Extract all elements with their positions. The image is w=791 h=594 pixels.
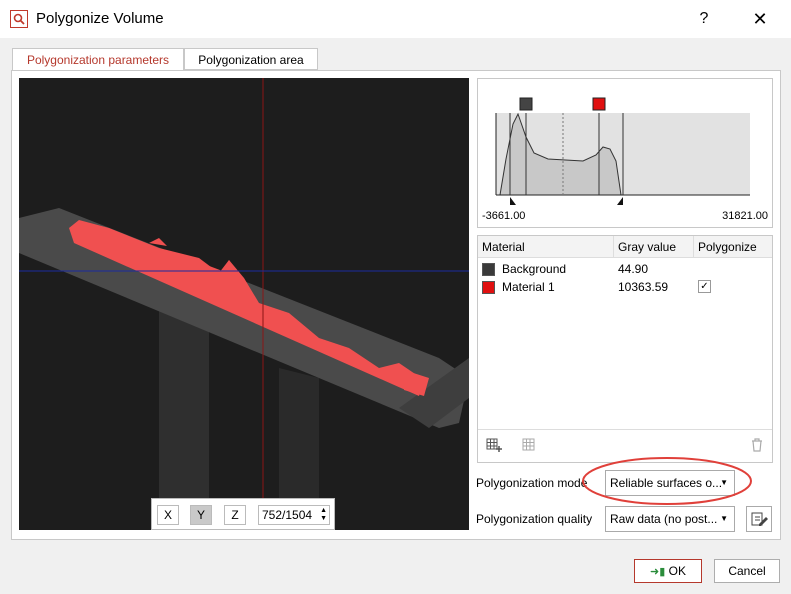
slice-viewer[interactable] <box>19 78 469 530</box>
polygonization-quality-select[interactable]: Raw data (no post... ▼ <box>605 506 735 532</box>
header-polygonize[interactable]: Polygonize <box>694 236 772 258</box>
tab-polygonization-parameters[interactable]: Polygonization parameters <box>12 48 184 71</box>
ok-button[interactable]: ➜▮ OK <box>634 559 702 583</box>
gray-value: 44.90 <box>618 262 649 276</box>
trash-icon[interactable] <box>748 436 766 454</box>
polygonization-quality-label: Polygonization quality <box>476 512 593 526</box>
header-material[interactable]: Material <box>478 236 614 258</box>
quality-settings-button[interactable] <box>746 506 772 532</box>
histogram-max-label: 31821.00 <box>722 210 768 222</box>
histogram-plot[interactable] <box>478 79 774 209</box>
slice-control: X Y Z 752/1504 ▲ ▼ <box>151 498 335 530</box>
material1-color-swatch <box>482 281 495 294</box>
search-icon <box>10 10 28 28</box>
gray-value: 10363.59 <box>618 280 669 294</box>
close-button[interactable]: ✕ <box>738 6 782 32</box>
edit-icon <box>751 512 768 526</box>
help-button[interactable]: ? <box>690 6 718 32</box>
polygonize-checkbox[interactable]: ✓ <box>698 280 711 293</box>
materials-table: Material Gray value Polygonize Backgroun… <box>477 235 773 463</box>
window-title: Polygonize Volume <box>36 10 164 27</box>
table-row[interactable]: Material 1 10363.59 ✓ <box>478 278 772 296</box>
material-name: Background <box>502 262 567 276</box>
slice-index-spinbox[interactable]: 752/1504 ▲ ▼ <box>258 505 330 525</box>
histogram-panel: -3661.00 31821.00 <box>477 78 773 228</box>
slice-index-value: 752/1504 <box>262 508 313 522</box>
chevron-down-icon: ▼ <box>720 514 728 523</box>
histogram-min-label: -3661.00 <box>482 210 526 222</box>
polygonization-mode-label: Polygonization mode <box>476 476 588 490</box>
spin-arrows-icon[interactable]: ▲ ▼ <box>320 507 327 523</box>
header-gray-value[interactable]: Gray value <box>614 236 694 258</box>
axis-z-button[interactable]: Z <box>224 505 246 525</box>
polygonization-quality-value: Raw data (no post... <box>610 512 718 526</box>
ok-label: OK <box>668 564 686 578</box>
toolbar-divider <box>478 429 772 430</box>
table-row[interactable]: Background 44.90 <box>478 260 772 278</box>
highlight-ellipse <box>582 457 752 505</box>
tab-polygonization-area[interactable]: Polygonization area <box>184 48 318 70</box>
material-name: Material 1 <box>502 280 555 294</box>
axis-y-button[interactable]: Y <box>190 505 212 525</box>
remove-material-icon[interactable] <box>520 436 538 454</box>
add-material-icon[interactable] <box>484 436 502 454</box>
background-color-swatch <box>482 263 495 276</box>
axis-x-button[interactable]: X <box>157 505 179 525</box>
cancel-button[interactable]: Cancel <box>714 559 780 583</box>
enter-icon: ➜▮ <box>650 566 666 578</box>
background-marker <box>519 97 533 111</box>
material-marker <box>592 97 606 111</box>
